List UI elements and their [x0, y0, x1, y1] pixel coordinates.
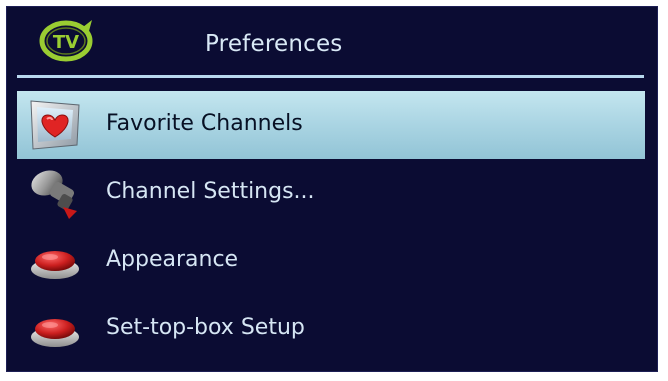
tv-logo-icon: TV [39, 20, 93, 62]
menu-item-label: Appearance [106, 247, 239, 272]
menu-item-label: Favorite Channels [106, 111, 303, 136]
satellite-dish-icon [31, 170, 77, 219]
heart-tv-icon [30, 100, 80, 150]
menu-item-label: Set-top-box Setup [106, 315, 305, 340]
menu-item-set-top-box-setup[interactable]: Set-top-box Setup [17, 295, 645, 363]
menu-item-favorite-channels[interactable]: Favorite Channels [17, 91, 645, 159]
tv-screen: TV Preferences Favorite Channels Channel… [6, 6, 658, 372]
header-divider [17, 75, 644, 78]
page-title: Preferences [205, 31, 343, 57]
menu-item-channel-settings[interactable]: Channel Settings... [17, 159, 645, 227]
red-button-icon [31, 319, 79, 347]
red-button-icon [31, 251, 79, 279]
header: TV Preferences [7, 7, 657, 77]
preferences-menu: Favorite Channels Channel Settings... Ap… [17, 91, 645, 363]
menu-item-label: Channel Settings... [106, 179, 315, 204]
logo-text: TV [53, 32, 79, 53]
menu-item-appearance[interactable]: Appearance [17, 227, 645, 295]
